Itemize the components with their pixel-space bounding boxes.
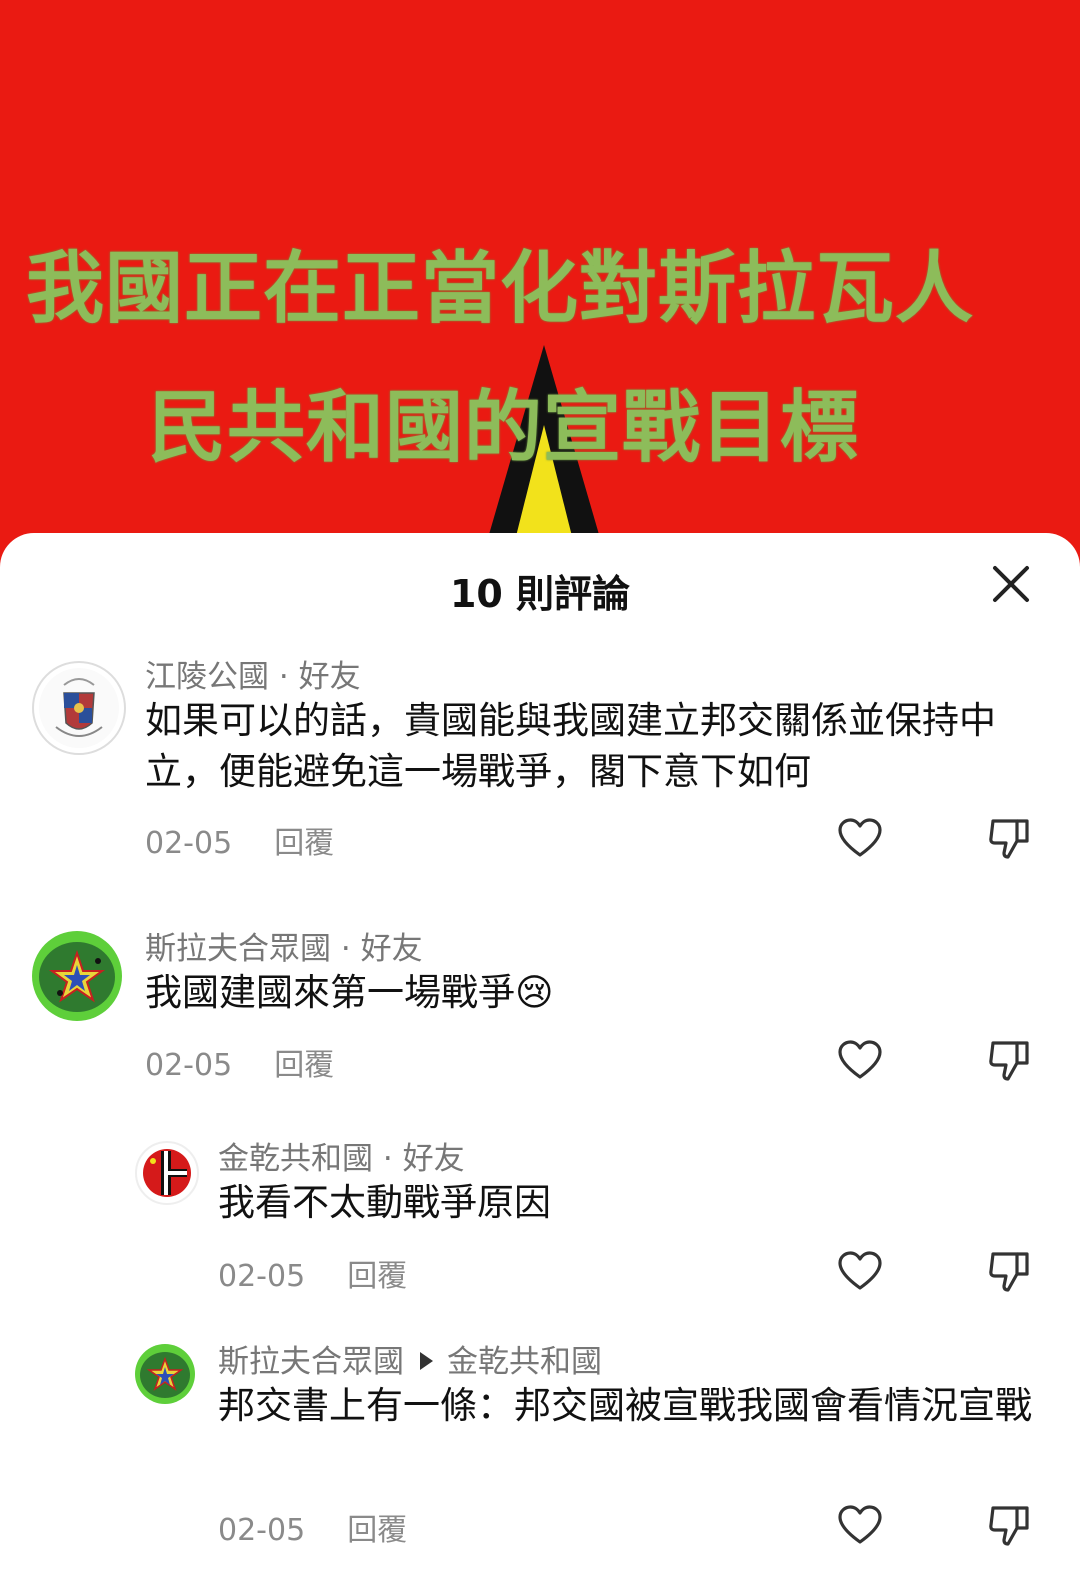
comment-text: 邦交書上有一條：邦交國被宣戰我國會看情況宣戰 [218,1384,1032,1427]
thumbs-down-icon[interactable] [985,1248,1033,1296]
heart-icon[interactable] [836,815,884,863]
star-emblem-icon [39,942,115,1012]
comment-text: 我國建國來第一場戰爭😢 [145,967,1025,1018]
author-name: 江陵公國 [145,659,269,695]
reply-to-name[interactable]: 金乾共和國 [447,1344,602,1380]
comment-meta: 02-05 回覆 [145,818,334,862]
comment-text-content: 我國建國來第一場戰爭 [145,971,515,1014]
heart-icon[interactable] [836,1248,884,1296]
author-name: 斯拉夫合眾國 [145,931,331,967]
separator-dot: · [278,659,289,695]
flag-emblem-icon [143,1149,191,1197]
comments-title: 10 則評論 [449,572,631,616]
close-icon[interactable] [990,563,1032,605]
separator-dot: · [382,1141,393,1177]
avatar[interactable] [32,931,122,1021]
post-image-text-line-1: 我國正在正當化對斯拉瓦人 [26,244,975,334]
author-name: 金乾共和國 [218,1141,373,1177]
comment-date: 02-05 [145,1048,233,1083]
thumbs-down-icon[interactable] [985,1037,1033,1085]
thumbs-down-icon[interactable] [985,1502,1033,1550]
comment-author[interactable]: 江陵公國 · 好友 [145,651,361,696]
post-image-text-line-2: 民共和國的宣戰目標 [148,383,860,473]
separator-dot: · [340,931,351,967]
comment-date: 02-05 [218,1513,306,1548]
comment-meta: 02-05 回覆 [218,1505,407,1549]
coat-of-arms-icon [39,668,119,748]
star-emblem-icon [140,1352,190,1398]
thumbs-down-icon[interactable] [985,815,1033,863]
comment-date: 02-05 [218,1259,306,1294]
comment-meta: 02-05 回覆 [145,1040,334,1084]
comment-date: 02-05 [145,826,233,861]
avatar[interactable] [135,1141,199,1205]
comments-sheet: 10 則評論 江陵公國 · 好友 如果可以的話，貴國能與我國建立邦交關係並保持中… [0,533,1080,1590]
comment-text: 如果可以的話，貴國能與我國建立邦交關係並保持中立，便能避免這一場戰爭，閣下意下如… [145,699,996,793]
comment-author[interactable]: 金乾共和國 · 好友 [218,1133,465,1178]
avatar[interactable] [135,1344,195,1404]
author-name: 斯拉夫合眾國 [218,1344,404,1380]
author-relation: 好友 [298,659,361,695]
comment-author[interactable]: 斯拉夫合眾國 金乾共和國 [218,1336,602,1381]
heart-icon[interactable] [836,1037,884,1085]
reply-button[interactable]: 回覆 [274,826,334,861]
heart-icon[interactable] [836,1502,884,1550]
author-relation: 好友 [360,931,423,967]
author-relation: 好友 [402,1141,465,1177]
crying-face-emoji: 😢 [515,971,554,1014]
post-image: 我國正在正當化對斯拉瓦人 民共和國的宣戰目標 [0,0,1080,600]
reply-button[interactable]: 回覆 [274,1048,334,1083]
reply-button[interactable]: 回覆 [347,1259,407,1294]
comment-author[interactable]: 斯拉夫合眾國 · 好友 [145,923,423,968]
avatar[interactable] [32,661,126,755]
reply-button[interactable]: 回覆 [347,1513,407,1548]
comment-text: 我看不太動戰爭原因 [218,1181,551,1224]
reply-arrow-icon [420,1351,433,1370]
comment-meta: 02-05 回覆 [218,1251,407,1295]
